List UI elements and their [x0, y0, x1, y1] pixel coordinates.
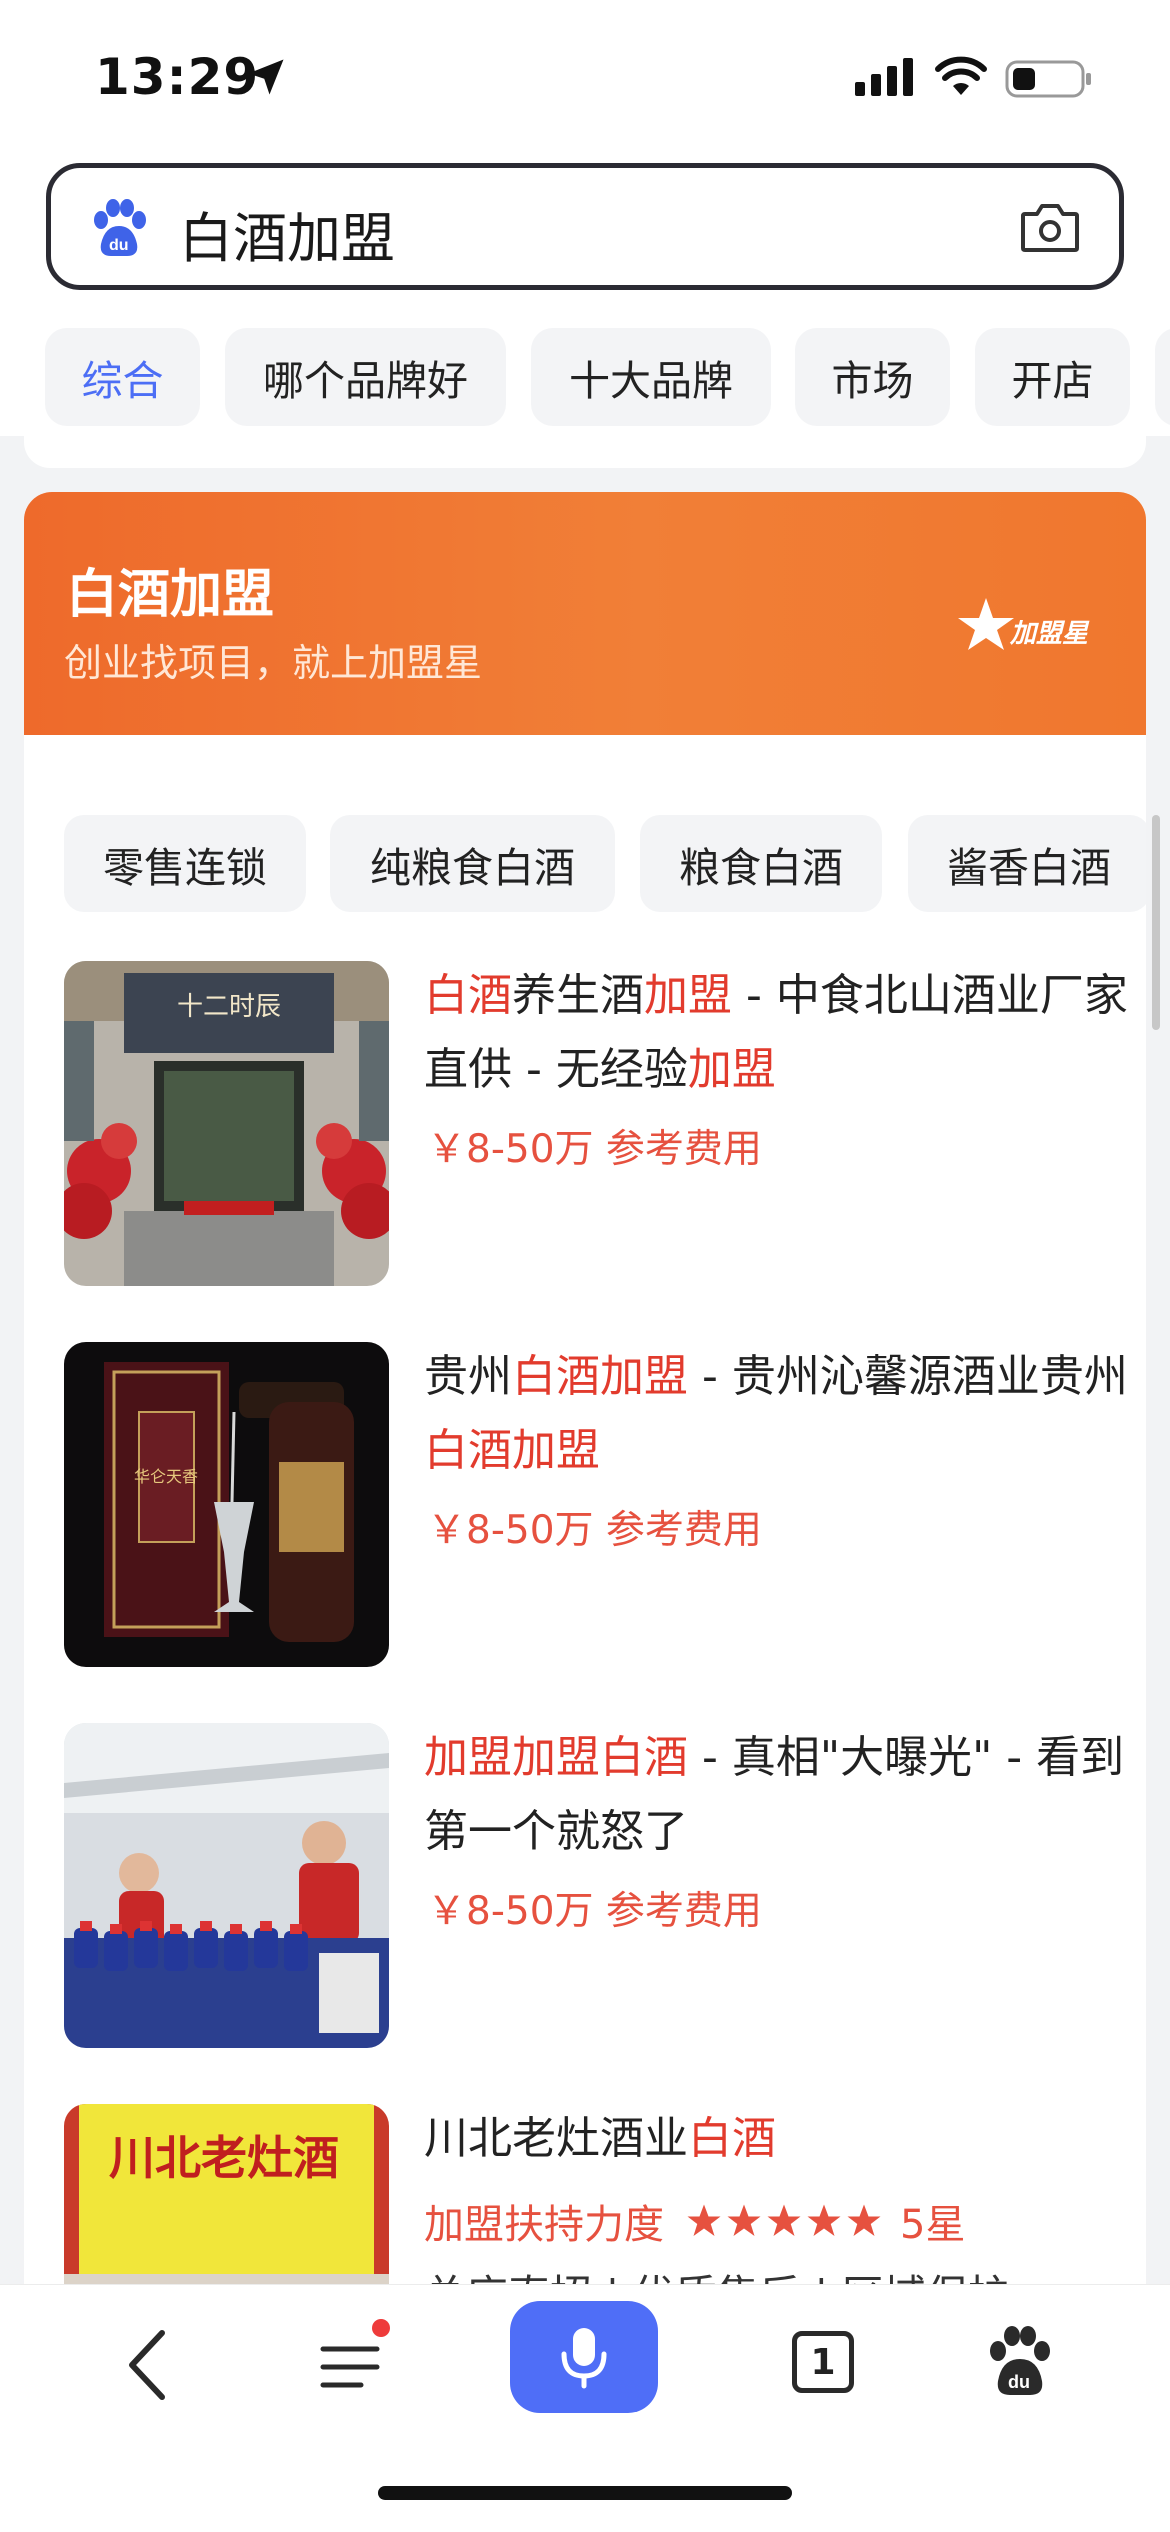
- star-icon: [687, 2204, 721, 2236]
- baidu-home-icon[interactable]: du: [985, 2323, 1055, 2399]
- result-image: 十二时辰: [64, 961, 389, 1286]
- location-arrow-icon: [248, 59, 284, 95]
- card-banner[interactable]: 白酒加盟 创业找项目，就上加盟星 加盟星: [24, 492, 1146, 735]
- product-box-text: 华仑天香: [134, 1467, 198, 1486]
- status-bar: 13:29: [0, 0, 1170, 150]
- menu-icon[interactable]: [315, 2331, 385, 2401]
- microphone-icon: [561, 2328, 607, 2389]
- result-item[interactable]: 华仑天香 贵州白酒加盟 - 贵州沁馨源酒业贵州白酒加盟 ￥8-50万 参考费用: [64, 1342, 1128, 1672]
- result-title[interactable]: 加盟加盟白酒 - 真相"大曝光" - 看到第一个就怒了: [424, 1721, 1134, 1869]
- filter-chips: 零售连锁 纯粮食白酒 粮食白酒 酱香白酒: [24, 815, 1146, 915]
- wifi-icon: [935, 56, 987, 95]
- camera-icon[interactable]: [1019, 198, 1081, 256]
- banner-title: 白酒加盟: [66, 565, 275, 625]
- brand-logo-text: 加盟星: [1009, 619, 1090, 649]
- brand-logo-icon: 加盟星: [958, 598, 1090, 650]
- rating-label: 加盟扶持力度: [424, 2202, 664, 2248]
- star-icon: [807, 2204, 841, 2236]
- tab-comprehensive[interactable]: 综合: [45, 328, 200, 426]
- result-price: ￥8-50万 参考费用: [427, 1508, 762, 1553]
- franchise-card: 白酒加盟 创业找项目，就上加盟星 加盟星 零售连锁 纯粮食白酒 粮食白酒 酱香白…: [24, 492, 1146, 2442]
- chip-retail-chain[interactable]: 零售连锁: [64, 815, 306, 912]
- tab-which-brand[interactable]: 哪个品牌好: [225, 328, 506, 426]
- result-price: ￥8-50万 参考费用: [427, 1127, 762, 1172]
- result-price: ￥8-50万 参考费用: [427, 1889, 762, 1934]
- signboard-text: 川北老灶酒: [109, 2131, 339, 2185]
- previous-card-bottom: [24, 436, 1146, 468]
- result-title[interactable]: 贵州白酒加盟 - 贵州沁馨源酒业贵州白酒加盟: [424, 1340, 1134, 1488]
- chip-grain-baijiu[interactable]: 粮食白酒: [640, 815, 882, 912]
- rating-stars: [686, 2203, 886, 2239]
- result-image: 华仑天香: [64, 1342, 389, 1667]
- scrollbar[interactable]: [1152, 815, 1160, 1030]
- tab-market[interactable]: 市场: [795, 328, 950, 426]
- result-item[interactable]: 十二时辰 白酒养生酒加盟 - 中食北山酒业厂家直供 - 无经验加盟 ￥8-50万…: [64, 961, 1128, 1291]
- back-arrow-icon[interactable]: [118, 2325, 178, 2405]
- open-tabs-button[interactable]: 1: [792, 2331, 854, 2393]
- result-image: [64, 1723, 389, 2048]
- result-title[interactable]: 白酒养生酒加盟 - 中食北山酒业厂家直供 - 无经验加盟: [424, 959, 1134, 1107]
- star-icon: [847, 2204, 881, 2236]
- battery-icon: [1005, 60, 1091, 98]
- svg-text:du: du: [1008, 2372, 1030, 2392]
- home-indicator: [378, 2486, 792, 2500]
- search-tabs: 综合 哪个品牌好 十大品牌 市场 开店: [0, 328, 1170, 428]
- cellular-signal-icon: [855, 58, 913, 96]
- search-bar[interactable]: du 白酒加盟: [46, 163, 1124, 290]
- rating-text: 5星: [900, 2202, 966, 2248]
- baidu-paw-icon: du: [94, 199, 146, 256]
- search-input[interactable]: 白酒加盟: [179, 194, 395, 273]
- store-sign-text: 十二时辰: [177, 992, 281, 1022]
- chip-sauce-aroma-baijiu[interactable]: 酱香白酒: [908, 815, 1146, 912]
- star-icon: [727, 2204, 761, 2236]
- support-rating: 加盟扶持力度 5星: [424, 2192, 965, 2250]
- tab-more[interactable]: [1155, 328, 1170, 426]
- banner-subtitle: 创业找项目，就上加盟星: [64, 641, 483, 685]
- result-item[interactable]: 加盟加盟白酒 - 真相"大曝光" - 看到第一个就怒了 ￥8-50万 参考费用: [64, 1723, 1124, 2053]
- star-icon: [767, 2204, 801, 2236]
- svg-text:du: du: [109, 237, 129, 254]
- tab-top-brands[interactable]: 十大品牌: [531, 328, 771, 426]
- result-title[interactable]: 川北老灶酒业白酒: [424, 2102, 1134, 2176]
- voice-search-button[interactable]: [510, 2301, 658, 2413]
- chip-pure-grain-baijiu[interactable]: 纯粮食白酒: [330, 815, 615, 912]
- tab-open-store[interactable]: 开店: [975, 328, 1130, 426]
- notification-dot: [372, 2319, 390, 2337]
- status-time: 13:29: [95, 48, 260, 106]
